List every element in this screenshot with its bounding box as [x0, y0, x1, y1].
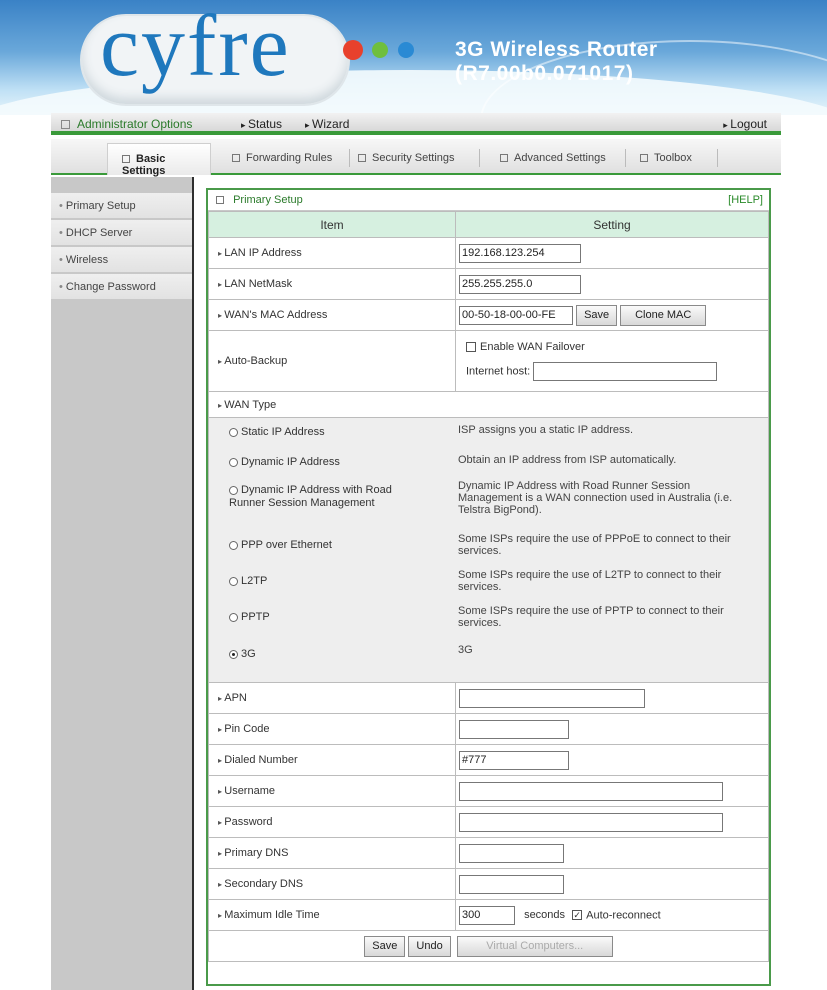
wan-option-dynamic[interactable]: Dynamic IP Address	[229, 456, 429, 469]
lan-ip-input[interactable]: 192.168.123.254	[459, 243, 581, 263]
column-header-item: Item	[208, 211, 456, 238]
header-banner: cyfre 3G Wireless Router (R7.00b0.071017…	[0, 0, 827, 115]
green-dot-icon	[372, 42, 388, 58]
lan-ip-label: LAN IP Address	[208, 237, 456, 269]
tab-forwarding-rules[interactable]: Forwarding Rules	[232, 147, 332, 171]
product-title: 3G Wireless Router (R7.00b0.071017)	[455, 38, 658, 85]
idle-unit-label: seconds	[524, 908, 566, 921]
settings-tab-bar: Basic Settings Forwarding Rules Security…	[51, 139, 781, 177]
primary-dns-label: Primary DNS	[208, 837, 456, 869]
menu-status[interactable]: Status	[241, 117, 282, 131]
password-label: Password	[208, 806, 456, 838]
virtual-computers-button[interactable]: Virtual Computers...	[456, 935, 613, 957]
blue-dot-icon	[398, 42, 414, 58]
username-label: Username	[208, 775, 456, 807]
wan-desc-3g: 3G	[458, 644, 473, 656]
router-admin-page: cyfre 3G Wireless Router (R7.00b0.071017…	[0, 0, 827, 990]
undo-button[interactable]: Undo	[408, 935, 451, 957]
wan-mac-label: WAN's MAC Address	[208, 299, 456, 331]
dialed-number-input[interactable]: #777	[459, 750, 569, 770]
wan-option-pppoe[interactable]: PPP over Ethernet	[229, 539, 429, 552]
radio-roadrunner[interactable]	[229, 485, 238, 495]
password-input[interactable]	[459, 812, 723, 832]
wan-desc-pppoe: Some ISPs require the use of PPPoE to co…	[458, 533, 731, 557]
radio-3g[interactable]	[229, 649, 238, 659]
max-idle-label: Maximum Idle Time	[208, 899, 456, 931]
secondary-dns-label: Secondary DNS	[208, 868, 456, 900]
wan-option-pptp[interactable]: PPTP	[229, 611, 429, 624]
red-dot-icon	[343, 40, 363, 60]
sidebar-item-primary-setup[interactable]: Primary Setup	[51, 193, 192, 220]
pin-code-label: Pin Code	[208, 713, 456, 745]
lan-netmask-label: LAN NetMask	[208, 268, 456, 300]
wan-desc-static: ISP assigns you a static IP address.	[458, 424, 634, 436]
primary-setup-panel: Primary Setup [HELP] Item Setting LAN IP…	[206, 188, 771, 986]
sidebar: Primary Setup DHCP Server Wireless Chang…	[51, 177, 194, 990]
radio-dynamic[interactable]	[229, 457, 238, 467]
sidebar-item-wireless[interactable]: Wireless	[51, 247, 192, 274]
apn-label: APN	[208, 682, 456, 714]
wan-desc-l2tp: Some ISPs require the use of L2TP to con…	[458, 569, 722, 593]
internet-host-input[interactable]	[533, 362, 718, 381]
dialed-number-label: Dialed Number	[208, 744, 456, 776]
menu-administrator-options[interactable]: Administrator Options	[61, 117, 192, 131]
wan-type-label: WAN Type	[208, 391, 769, 418]
help-link[interactable]: [HELP]	[728, 194, 763, 206]
action-bar: Save Undo Virtual Computers...	[208, 930, 769, 962]
radio-pppoe[interactable]	[229, 540, 238, 550]
wan-option-roadrunner[interactable]: Dynamic IP Address with Road Runner Sess…	[229, 484, 429, 510]
username-input[interactable]	[459, 781, 723, 801]
brand-logo: cyfre	[100, 0, 291, 95]
sidebar-item-change-password[interactable]: Change Password	[51, 274, 192, 301]
mac-save-button[interactable]: Save	[576, 304, 618, 326]
auto-reconnect-checkbox[interactable]: ✓	[572, 910, 583, 920]
lan-netmask-input[interactable]: 255.255.255.0	[459, 274, 581, 294]
tab-advanced-settings[interactable]: Advanced Settings	[500, 147, 606, 171]
wan-failover-label: Enable WAN Failover	[480, 341, 585, 353]
wan-option-l2tp[interactable]: L2TP	[229, 575, 429, 588]
tab-basic-settings[interactable]: Basic Settings	[107, 143, 211, 177]
max-idle-input[interactable]: 300	[459, 905, 515, 925]
wan-mac-input[interactable]: 00-50-18-00-00-FE	[459, 305, 573, 325]
wan-desc-roadrunner: Dynamic IP Address with Road Runner Sess…	[458, 480, 733, 516]
internet-host-label: Internet host:	[466, 365, 531, 378]
tab-security-settings[interactable]: Security Settings	[358, 147, 455, 171]
tab-toolbox[interactable]: Toolbox	[640, 147, 692, 171]
menu-logout[interactable]: Logout	[723, 117, 767, 131]
wan-type-options: Static IP Address ISP assigns you a stat…	[208, 417, 769, 683]
top-menu-bar: Administrator Options Status Wizard Logo…	[51, 113, 781, 135]
apn-input[interactable]	[459, 688, 645, 708]
primary-dns-input[interactable]	[459, 843, 564, 863]
save-button[interactable]: Save	[364, 935, 406, 957]
wan-desc-pptp: Some ISPs require the use of PPTP to con…	[458, 605, 724, 629]
clone-mac-button[interactable]: Clone MAC	[620, 304, 707, 326]
auto-backup-label: Auto-Backup	[208, 330, 456, 392]
radio-pptp[interactable]	[229, 612, 238, 622]
pin-code-input[interactable]	[459, 719, 569, 739]
settings-table: Item Setting LAN IP Address 192.168.123.…	[208, 211, 769, 962]
wan-failover-checkbox[interactable]	[466, 342, 476, 353]
column-header-setting: Setting	[455, 211, 769, 238]
wan-desc-dynamic: Obtain an IP address from ISP automatica…	[458, 454, 677, 466]
secondary-dns-input[interactable]	[459, 874, 564, 894]
radio-l2tp[interactable]	[229, 576, 238, 586]
auto-reconnect-label: Auto-reconnect	[586, 908, 661, 921]
radio-static[interactable]	[229, 427, 238, 437]
wan-option-3g[interactable]: 3G	[229, 648, 429, 661]
panel-title: Primary Setup [HELP]	[208, 190, 769, 211]
sidebar-item-dhcp-server[interactable]: DHCP Server	[51, 220, 192, 247]
menu-wizard[interactable]: Wizard	[305, 117, 349, 131]
wan-option-static[interactable]: Static IP Address	[229, 426, 429, 439]
